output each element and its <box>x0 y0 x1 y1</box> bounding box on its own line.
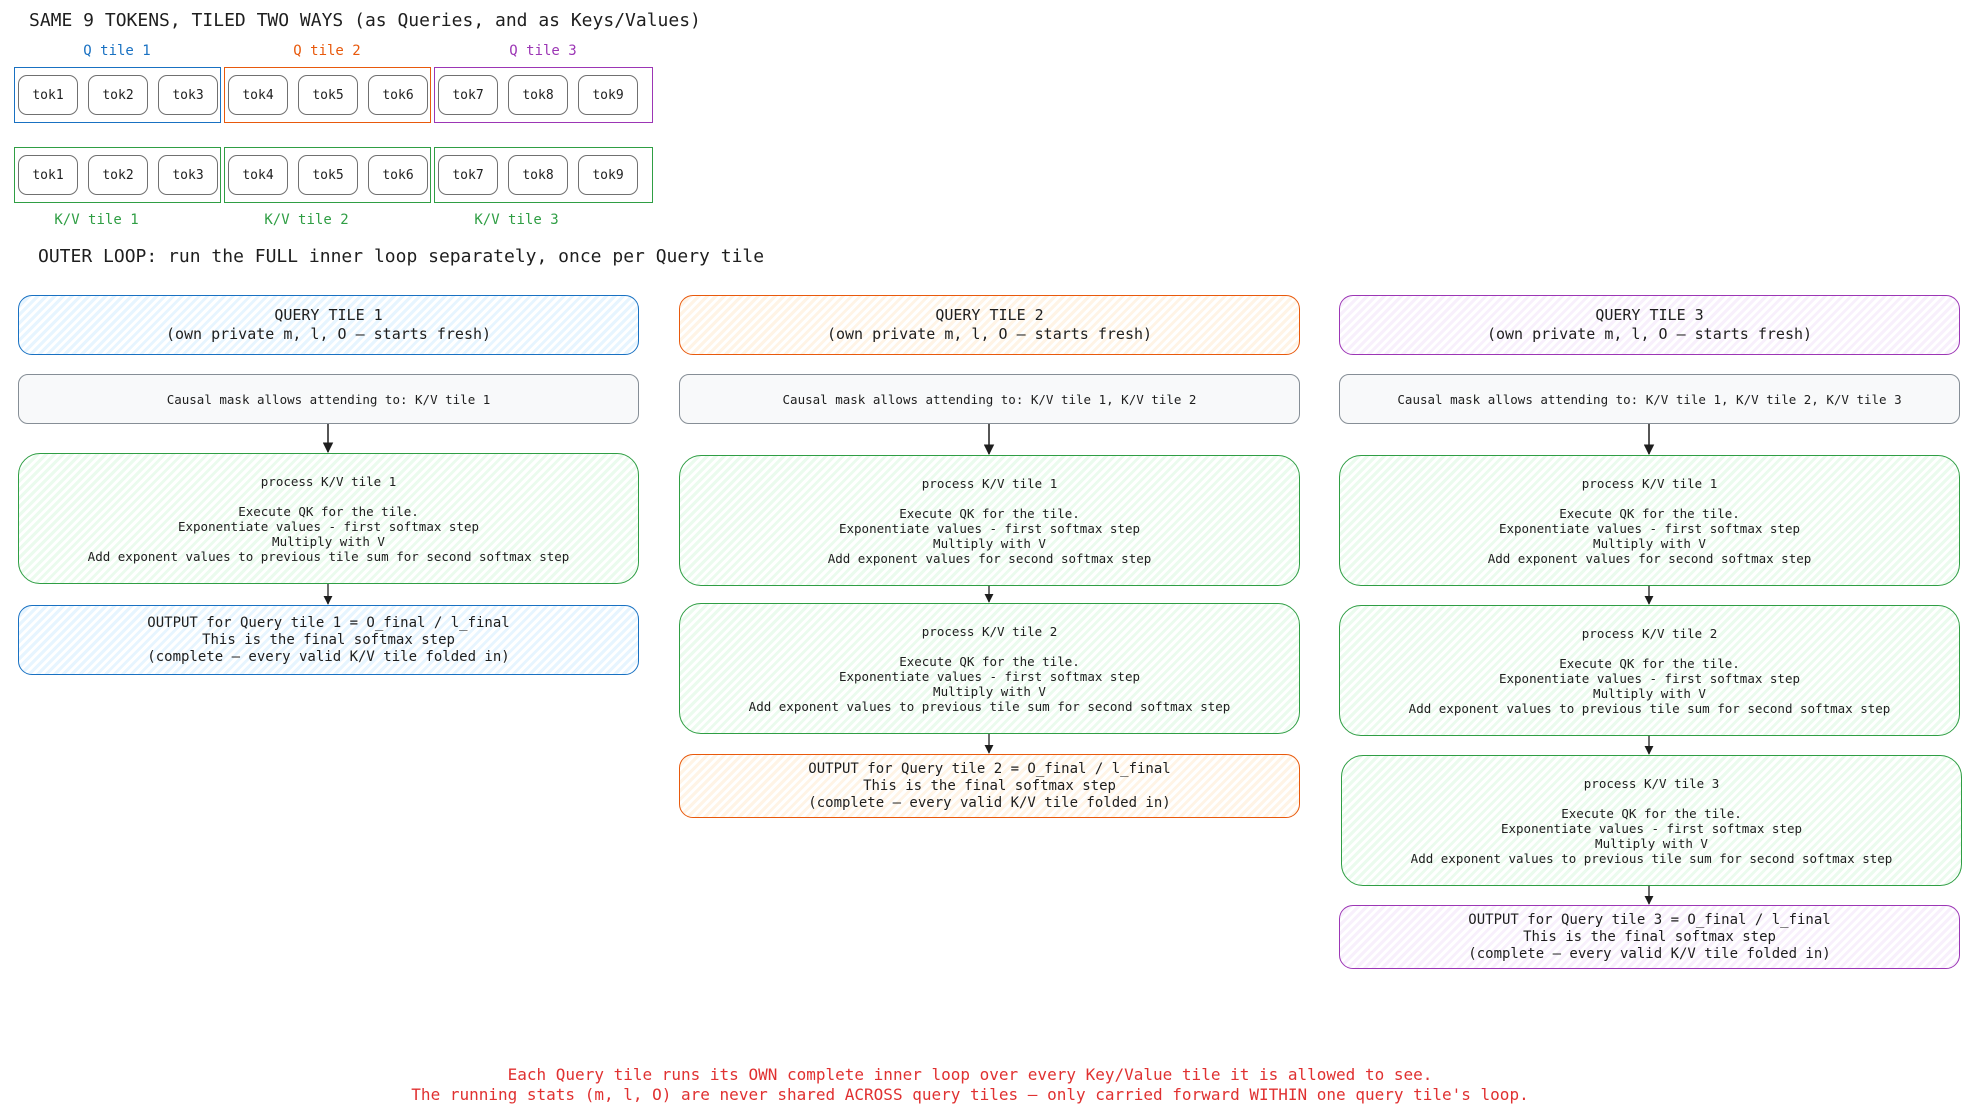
query-tile-1-box: QUERY TILE 1 (own private m, l, O — star… <box>18 295 639 355</box>
causal-mask-text: Causal mask allows attending to: K/V til… <box>166 391 491 407</box>
process-line: Exponentiate values - first softmax step <box>838 520 1141 536</box>
process-line: Add exponent values to previous tile sum… <box>87 548 570 564</box>
process-line: Add exponent values to previous tile sum… <box>748 698 1231 714</box>
causal-mask-box: Causal mask allows attending to: K/V til… <box>679 374 1300 424</box>
process-line: Multiply with V <box>1593 535 1706 551</box>
process-kv-tile-box: process K/V tile 1 Execute QK for the ti… <box>679 455 1300 586</box>
process-kv-tile-box: process K/V tile 3 Execute QK for the ti… <box>1341 755 1962 886</box>
process-line: Multiply with V <box>933 683 1046 699</box>
process-line: Exponentiate values - first softmax step <box>838 668 1141 684</box>
query-title: QUERY TILE 2 <box>935 306 1044 324</box>
process-line: Add exponent values to previous tile sum… <box>1410 850 1893 866</box>
query-subtitle: (own private m, l, O — starts fresh) <box>165 325 492 343</box>
process-title: process K/V tile 1 <box>260 473 397 489</box>
output-line: (complete — every valid K/V tile folded … <box>808 794 1171 811</box>
process-kv-tile-box: process K/V tile 2 Execute QK for the ti… <box>679 603 1300 734</box>
process-line: Multiply with V <box>933 535 1046 551</box>
output-box: OUTPUT for Query tile 2 = O_final / l_fi… <box>679 754 1300 818</box>
process-line: Execute QK for the tile. <box>1561 805 1742 821</box>
process-title: process K/V tile 3 <box>1583 775 1720 791</box>
process-line: Execute QK for the tile. <box>1559 655 1740 671</box>
process-title: process K/V tile 1 <box>1581 475 1718 491</box>
process-title: process K/V tile 2 <box>921 623 1058 639</box>
output-line: OUTPUT for Query tile 2 = O_final / l_fi… <box>808 760 1171 777</box>
query-subtitle: (own private m, l, O — starts fresh) <box>826 325 1153 343</box>
process-line: Exponentiate values - first softmax step <box>1498 670 1801 686</box>
process-title: process K/V tile 1 <box>921 475 1058 491</box>
causal-mask-text: Causal mask allows attending to: K/V til… <box>1397 391 1902 407</box>
footer-note: Each Query tile runs its OWN complete in… <box>0 1065 1940 1105</box>
process-line: Exponentiate values - first softmax step <box>177 518 480 534</box>
causal-mask-text: Causal mask allows attending to: K/V til… <box>782 391 1197 407</box>
process-line: Execute QK for the tile. <box>1559 505 1740 521</box>
process-line: Execute QK for the tile. <box>238 503 419 519</box>
process-line: Exponentiate values - first softmax step <box>1500 820 1803 836</box>
output-line: This is the final softmax step <box>863 777 1116 794</box>
process-kv-tile-box: process K/V tile 2 Execute QK for the ti… <box>1339 605 1960 736</box>
process-line: Exponentiate values - first softmax step <box>1498 520 1801 536</box>
process-kv-tile-box: process K/V tile 1 Execute QK for the ti… <box>18 453 639 584</box>
process-line: Add exponent values for second softmax s… <box>827 550 1152 566</box>
causal-mask-box: Causal mask allows attending to: K/V til… <box>18 374 639 424</box>
process-line: Add exponent values to previous tile sum… <box>1408 700 1891 716</box>
query-title: QUERY TILE 3 <box>1595 306 1704 324</box>
output-box: OUTPUT for Query tile 1 = O_final / l_fi… <box>18 605 639 675</box>
output-line: OUTPUT for Query tile 1 = O_final / l_fi… <box>147 614 510 631</box>
query-title: QUERY TILE 1 <box>274 306 383 324</box>
query-tile-2-box: QUERY TILE 2 (own private m, l, O — star… <box>679 295 1300 355</box>
process-line: Execute QK for the tile. <box>899 653 1080 669</box>
process-line: Multiply with V <box>1593 685 1706 701</box>
output-line: (complete — every valid K/V tile folded … <box>1468 945 1831 962</box>
output-line: (complete — every valid K/V tile folded … <box>147 648 510 665</box>
query-subtitle: (own private m, l, O — starts fresh) <box>1486 325 1813 343</box>
query-tile-3-box: QUERY TILE 3 (own private m, l, O — star… <box>1339 295 1960 355</box>
process-line: Add exponent values for second softmax s… <box>1487 550 1812 566</box>
output-line: OUTPUT for Query tile 3 = O_final / l_fi… <box>1468 911 1831 928</box>
footer-line: Each Query tile runs its OWN complete in… <box>507 1065 1433 1084</box>
output-box: OUTPUT for Query tile 3 = O_final / l_fi… <box>1339 905 1960 969</box>
output-line: This is the final softmax step <box>202 631 455 648</box>
process-title: process K/V tile 2 <box>1581 625 1718 641</box>
process-kv-tile-box: process K/V tile 1 Execute QK for the ti… <box>1339 455 1960 586</box>
process-line: Multiply with V <box>272 533 385 549</box>
process-line: Execute QK for the tile. <box>899 505 1080 521</box>
footer-line: The running stats (m, l, O) are never sh… <box>411 1085 1529 1104</box>
process-line: Multiply with V <box>1595 835 1708 851</box>
output-line: This is the final softmax step <box>1523 928 1776 945</box>
causal-mask-box: Causal mask allows attending to: K/V til… <box>1339 374 1960 424</box>
